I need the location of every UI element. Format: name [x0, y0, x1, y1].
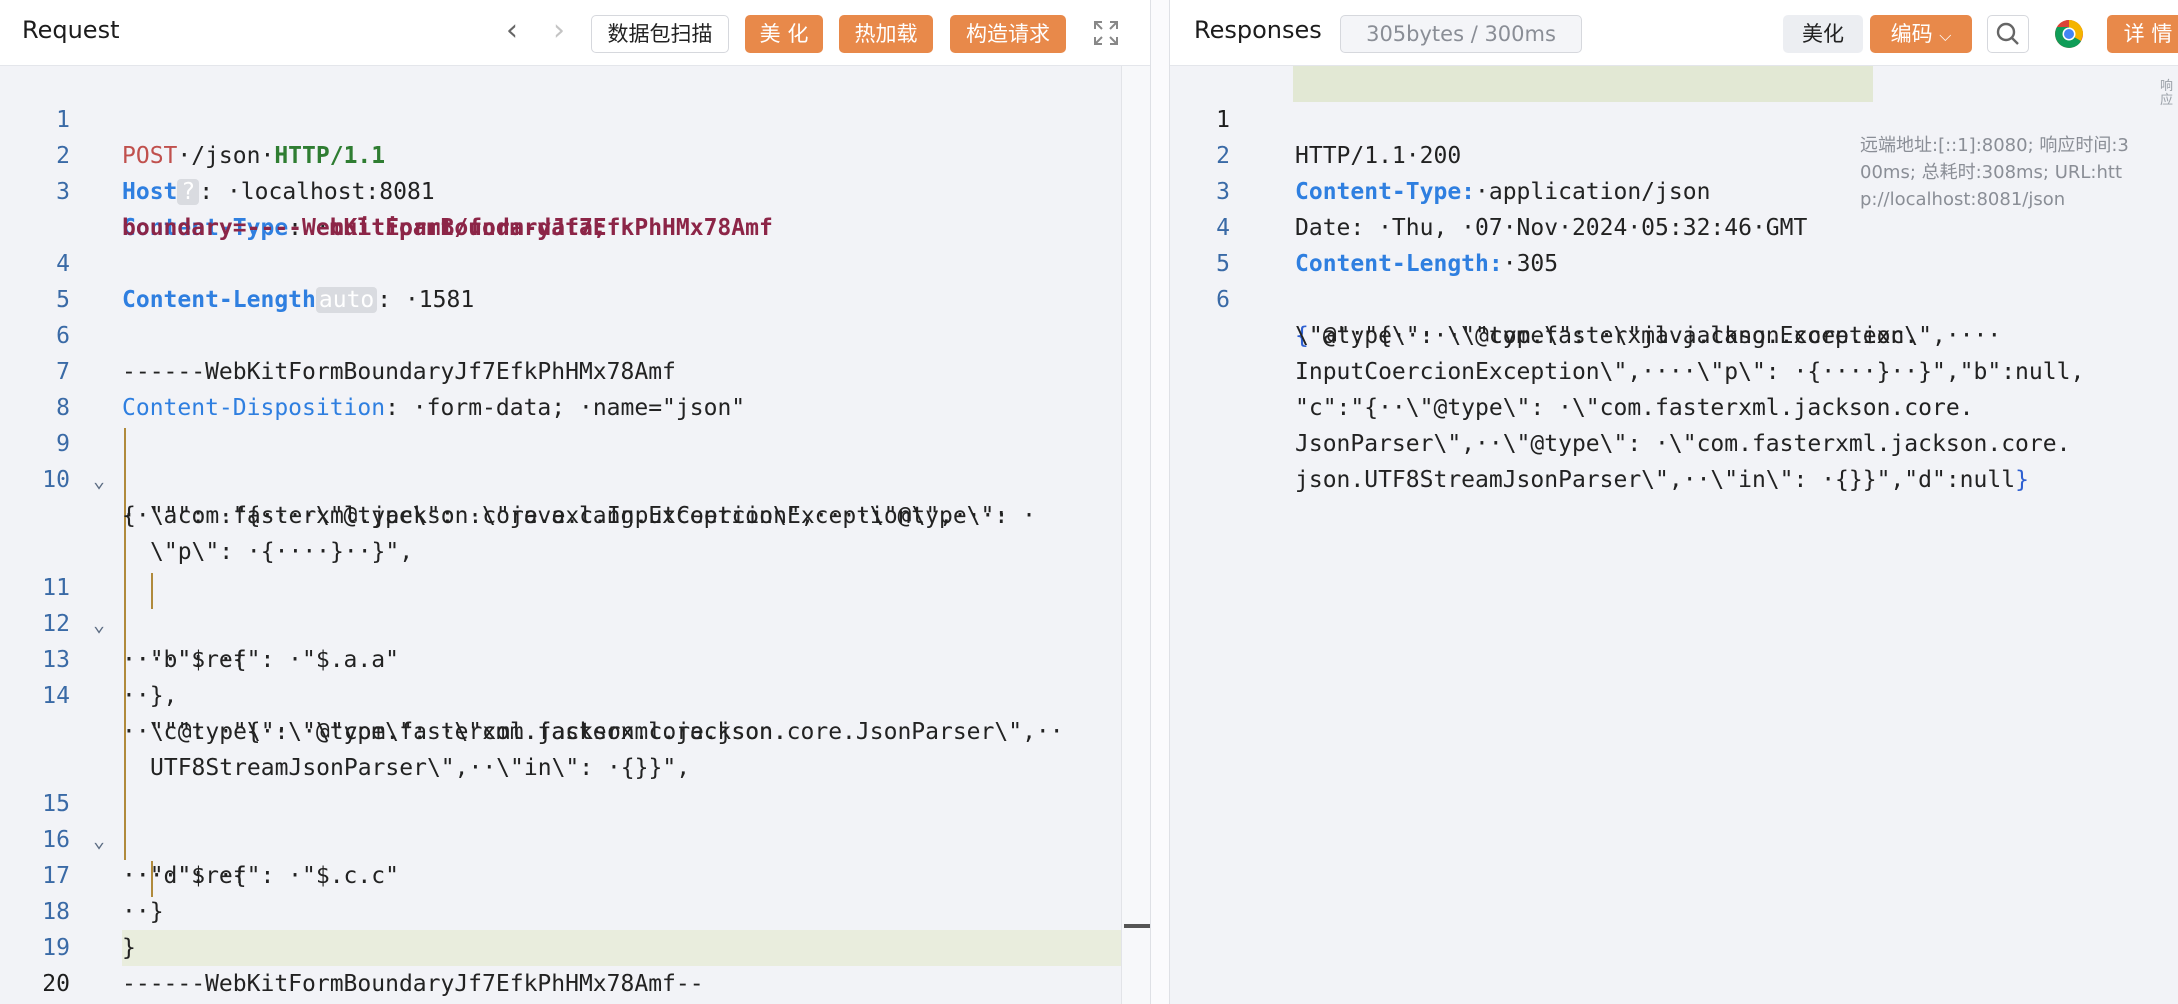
encoding-label: 编码: [1890, 22, 1933, 46]
capture-scan-button[interactable]: 数据包扫描: [591, 15, 729, 53]
code-line-wrap: json.UTF8StreamJsonParser\",··\"in\": ·{…: [1170, 426, 2178, 493]
line-number: 20: [42, 971, 70, 997]
chrome-browser-icon[interactable]: [2054, 19, 2084, 49]
build-request-button[interactable]: 构造请求: [950, 15, 1066, 53]
response-viewer[interactable]: 1 HTTP/1.1·200 2 Content-Type:·applicati…: [1170, 66, 2178, 1004]
beautify-button[interactable]: 美 化: [745, 15, 823, 53]
response-panel: Responses 305bytes / 300ms 美化 编码 ⌵ 详 情 1: [1170, 0, 2178, 1004]
code-line: 1 POST·/json·HTTP/1.1: [0, 66, 1150, 169]
code-line: 4 Content-Length auto: ·1581: [0, 210, 1150, 313]
code-line: 8: [0, 354, 1150, 421]
request-editor[interactable]: 1 POST·/json·HTTP/1.1 2 Host?: ·localhos…: [0, 66, 1150, 1004]
code-line-wrap: \"@type\": ·\"com.fasterxml.jackson.core…: [1170, 282, 2178, 349]
remote-info: 远端地址:[::1]:8080; 响应时间:300ms; 总耗时:308ms; …: [1860, 135, 2129, 210]
code-line-wrap: \"com.fasterxml.jackson.core.exc.InputCo…: [0, 462, 1150, 529]
fullscreen-icon[interactable]: [1091, 18, 1121, 48]
response-size-badge: 305bytes / 300ms: [1340, 15, 1582, 53]
encoding-dropdown[interactable]: 编码 ⌵: [1870, 15, 1972, 53]
code-line-wrap: "c":"{··\"@type\": ·\"com.fasterxml.jack…: [1170, 354, 2178, 421]
json-brace: }: [2015, 467, 2029, 493]
code-line: 15 ⌄ ··"d": ·{: [0, 750, 1150, 889]
code-line: 18 }: [0, 858, 1150, 961]
side-tab[interactable]: 响应: [2160, 80, 2176, 108]
hot-load-button[interactable]: 热加载: [839, 15, 933, 53]
details-button[interactable]: 详 情: [2107, 15, 2178, 53]
request-header: Request ‹ › 数据包扫描 美 化 热加载 构造请求: [0, 0, 1150, 66]
code-line-wrap: InputCoercionException\",····\"p\": ·{··…: [1170, 318, 2178, 385]
code-line: 7 Content-Disposition: ·form-data; ·name…: [0, 318, 1150, 421]
code-line-wrap: \"p\": ·{····}··}",: [0, 498, 1150, 565]
code-line-wrap: UTF8StreamJsonParser\",··\"in\": ·{}}",: [0, 714, 1150, 781]
search-button[interactable]: [1987, 15, 2029, 53]
request-title: Request: [22, 16, 120, 44]
back-button[interactable]: ‹: [494, 14, 530, 52]
code-line-wrap: boundary=----WebKitFormBoundaryJf7EfkPhH…: [0, 174, 1150, 241]
code-line: 9 ⌄ {: [0, 390, 1150, 529]
response-header: Responses 305bytes / 300ms 美化 编码 ⌵ 详 情: [1170, 0, 2178, 66]
code-line: 12 ····"$ref": ·"$.a.a": [0, 570, 1150, 673]
code-line: 14 ··"c": ·"{··\"@type\": ·\"com.fasterx…: [0, 642, 1150, 745]
search-icon: [1996, 22, 2019, 45]
boundary-end-line: ------WebKitFormBoundaryJf7EfkPhHMx78Amf…: [122, 971, 704, 997]
code-line: 13 ··},: [0, 606, 1150, 709]
code-line: 2 Host?: ·localhost:8081: [0, 102, 1150, 205]
code-line: 11 ⌄ ··"b": ·{: [0, 534, 1150, 673]
vertical-scrollbar[interactable]: [1121, 66, 1150, 1004]
request-panel: Request ‹ › 数据包扫描 美 化 热加载 构造请求 1 POST·/j…: [0, 0, 1150, 1004]
code-line: 16 ····"$ref": ·"$.c.c": [0, 786, 1150, 889]
code-line-wrap: JsonParser\",··\"@type\": ·\"com.fasterx…: [1170, 390, 2178, 457]
code-line: 19 ------WebKitFormBoundaryJf7EfkPhHMx78…: [0, 894, 1150, 997]
code-line: 5: [0, 246, 1150, 313]
chevron-down-icon: ⌵: [1939, 26, 1952, 45]
response-body-wrap: json.UTF8StreamJsonParser\",··\"in\": ·{…: [1295, 467, 2016, 493]
code-line: 6 ------WebKitFormBoundaryJf7EfkPhHMx78A…: [0, 282, 1150, 385]
scrollbar-thumb[interactable]: [1124, 924, 1150, 928]
code-line: 20: [0, 930, 1150, 997]
code-line: 3 Content-Type: ·multipart/form-data; ·: [0, 138, 1150, 241]
response-title: Responses: [1194, 16, 1322, 44]
forward-button[interactable]: ›: [541, 14, 577, 52]
code-line: 5: [1170, 210, 2178, 277]
code-line: 10 ··"a": ·"{····\"@type\": ·\"java.lang…: [0, 426, 1150, 529]
code-line: 17 ··}: [0, 822, 1150, 925]
code-line-wrap: \"@type\": ·\"com.fasterxml.jackson.core…: [0, 678, 1150, 745]
code-line: 6 {"a":"{····\"@type\": ·\"java.lang.Exc…: [1170, 246, 2178, 349]
response-beautify-button[interactable]: 美化: [1783, 15, 1863, 53]
code-line: 1 HTTP/1.1·200: [1170, 66, 2178, 169]
